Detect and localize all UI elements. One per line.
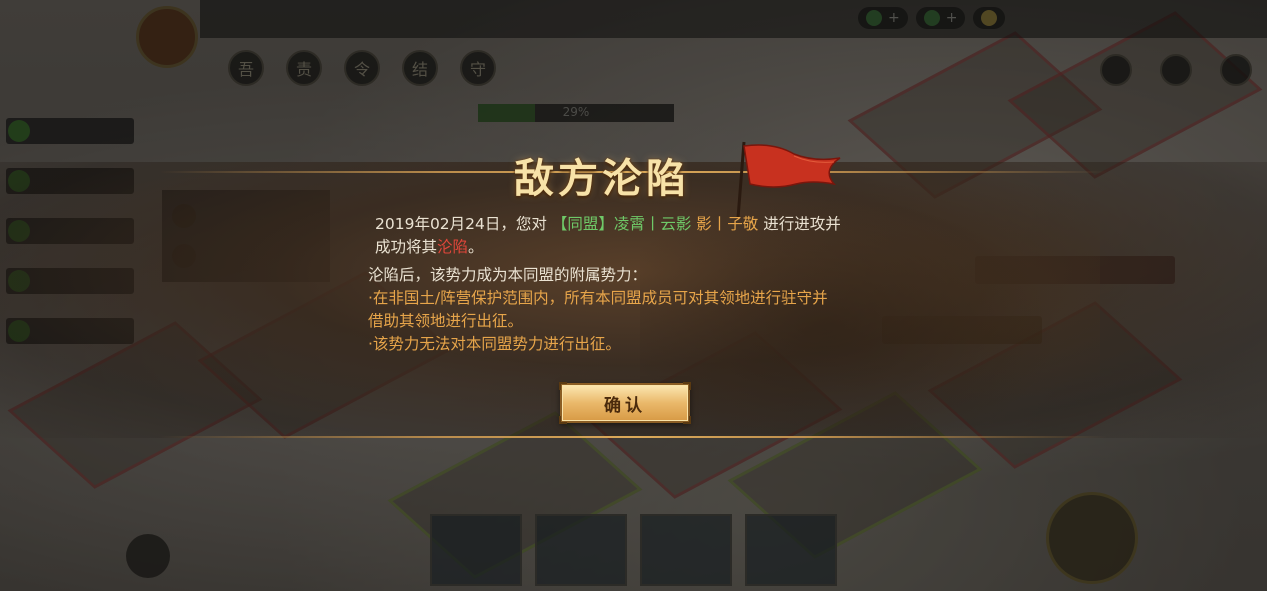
effect-rule-1: ·在非国土/阵营保护范围内，所有本同盟成员可对其领地进行驻守并 [368, 289, 828, 307]
dialog-bottom-border [160, 436, 1107, 438]
fallen-keyword: 沦陷 [437, 238, 469, 256]
dialog-title: 敌方沦陷 [514, 155, 690, 202]
message-line-2: 成功将其沦陷。 [375, 236, 484, 258]
effect-rule-2: ·该势力无法对本同盟势力进行出征。 [368, 335, 621, 353]
message-line-1: 2019年02月24日，您对 【同盟】凌霄丨云影 影丨子敬 进行进攻并 [375, 213, 841, 235]
button-corner-ornament [559, 382, 567, 390]
effect-rule-1-cont: 借助其领地进行出征。 [368, 312, 524, 330]
effect-heading: 沦陷后，该势力成为本同盟的附属势力： [368, 266, 648, 284]
alliance-tag-link[interactable]: 【同盟】凌霄丨云影 [552, 215, 692, 233]
message-suffix: 进行进攻并 [763, 215, 841, 233]
message-date-prefix: 2019年02月24日，您对 [375, 215, 547, 233]
button-corner-ornament [683, 416, 691, 424]
target-name-link[interactable]: 影丨子敬 [696, 215, 758, 233]
message-period: 。 [468, 238, 484, 256]
message-prefix: 成功将其 [375, 238, 438, 256]
confirm-button[interactable]: 确认 [559, 382, 691, 424]
button-corner-ornament [559, 416, 567, 424]
confirm-label: 确认 [604, 395, 646, 416]
button-corner-ornament [683, 382, 691, 390]
